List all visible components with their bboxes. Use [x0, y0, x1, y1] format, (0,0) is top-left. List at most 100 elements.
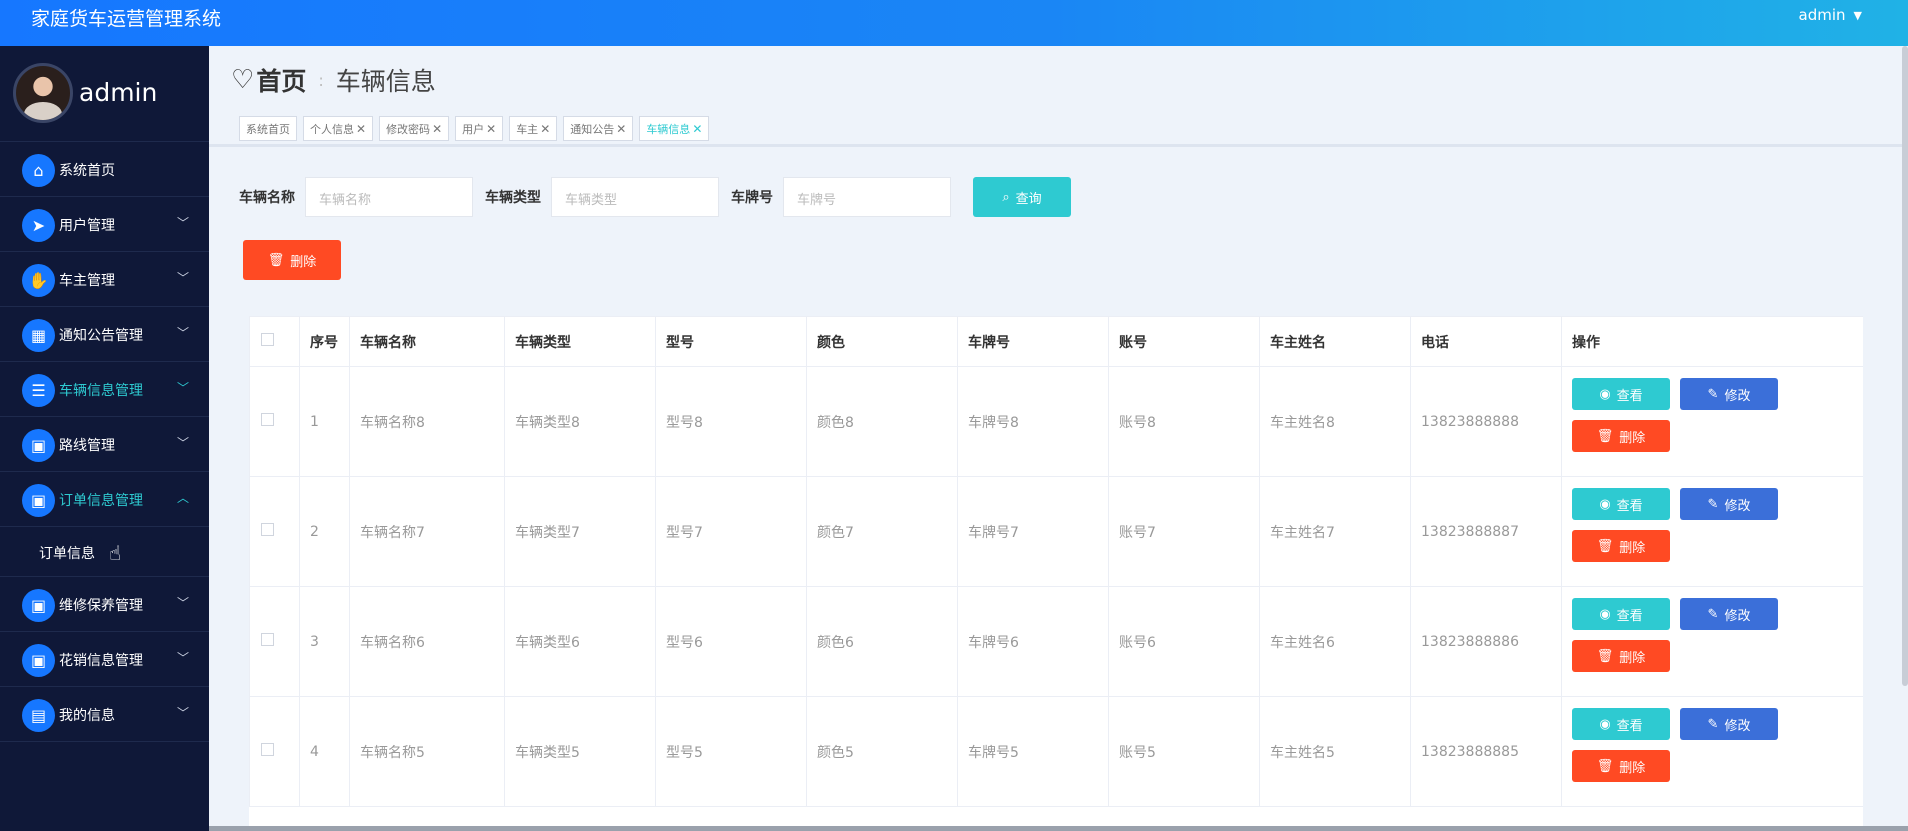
tag-label: 修改密码: [386, 122, 431, 136]
column-header: 操作: [1561, 316, 1863, 367]
edit-button[interactable]: ✎ 修改: [1680, 488, 1778, 520]
delete-button-label: 删除: [1619, 540, 1646, 556]
plate-input[interactable]: 车牌号: [783, 177, 951, 217]
table-cell: 车牌号5: [957, 696, 1109, 807]
table-cell: 1: [299, 366, 350, 477]
horizontal-scrollbar[interactable]: [209, 826, 1908, 831]
vehicle-type-label: 车辆类型: [485, 190, 541, 206]
edit-button-label: 修改: [1724, 388, 1751, 404]
tag-item[interactable]: 用户 ✕: [455, 116, 504, 141]
vehicle-name-label: 车辆名称: [239, 190, 295, 206]
sidebar-item[interactable]: ▤ 我的信息 ﹀: [0, 687, 209, 742]
delete-button[interactable]: 🗑 删除: [1572, 420, 1670, 452]
plate-label: 车牌号: [731, 190, 773, 206]
user-menu[interactable]: admin ▼: [1799, 6, 1862, 24]
edit-button-label: 修改: [1724, 498, 1751, 514]
query-button[interactable]: ⌕ 查询: [973, 177, 1071, 217]
hand-cursor-icon: ☝: [109, 541, 122, 565]
tag-item[interactable]: 系统首页: [239, 116, 297, 141]
edit-button-label: 修改: [1724, 718, 1751, 734]
row-checkbox[interactable]: [261, 413, 274, 426]
close-icon[interactable]: ✕: [356, 122, 366, 136]
edit-button[interactable]: ✎ 修改: [1680, 708, 1778, 740]
close-icon[interactable]: ✕: [486, 122, 496, 136]
search-form: 车辆名称 车辆名称 车辆类型 车辆类型 车牌号 车牌号 ⌕ 查询: [239, 177, 1071, 217]
vehicle-name-input[interactable]: 车辆名称: [305, 177, 473, 217]
row-checkbox[interactable]: [261, 633, 274, 646]
tag-item[interactable]: 修改密码 ✕: [379, 116, 450, 141]
sidebar-menu: ⌂ 系统首页 ➤ 用户管理 ﹀ ✋ 车主管理 ﹀ ▦ 通知公告管理 ﹀ ☰ 车辆信息管理 ﹀ ▣ 路线管理 ﹀ ▣…: [0, 142, 209, 742]
close-icon[interactable]: ✕: [540, 122, 550, 136]
sidebar-item[interactable]: ▣ 维修保养管理 ﹀: [0, 577, 209, 632]
trash-icon: 🗑: [1596, 648, 1614, 664]
sidebar-item[interactable]: ⌂ 系统首页: [0, 142, 209, 197]
wallet-icon: ▤: [22, 699, 55, 732]
sidebar-item[interactable]: ▣ 订单信息管理 ︿: [0, 472, 209, 527]
view-button[interactable]: ◉ 查看: [1572, 378, 1670, 410]
sidebar-item[interactable]: ➤ 用户管理 ﹀: [0, 197, 209, 252]
table-cell: 车辆类型5: [504, 696, 656, 807]
sliders-icon: ☰: [22, 374, 55, 407]
tag-label: 个人信息: [310, 122, 354, 136]
tag-item[interactable]: 车辆信息 ✕: [639, 116, 710, 141]
edit-button[interactable]: ✎ 修改: [1680, 598, 1778, 630]
close-icon[interactable]: ✕: [616, 122, 626, 136]
row-checkbox[interactable]: [261, 743, 274, 756]
table-cell: 账号6: [1108, 586, 1260, 697]
table-cell: 账号8: [1108, 366, 1260, 477]
edit-icon: ✎: [1707, 496, 1719, 512]
edit-button[interactable]: ✎ 修改: [1680, 378, 1778, 410]
main-content: ♡ 首页 : 车辆信息 系统首页 个人信息 ✕ 修改密码 ✕ 用户 ✕ 车主 ✕ 通知公告 ✕ 车辆信…: [209, 46, 1908, 831]
table-row: 4 车辆名称5 车辆类型5 型号5 颜色5 车牌号5 账号5 车主姓名5 13823888885…: [249, 696, 1863, 807]
view-button[interactable]: ◉ 查看: [1572, 598, 1670, 630]
profile-name: admin: [79, 78, 158, 107]
chevron-down-icon: ﹀: [176, 436, 189, 450]
delete-button[interactable]: 🗑 删除: [1572, 640, 1670, 672]
batch-delete-button[interactable]: 🗑 删除: [243, 240, 341, 280]
delete-button[interactable]: 🗑 删除: [1572, 530, 1670, 562]
chevron-down-icon: ﹀: [176, 271, 189, 285]
table-cell: 账号7: [1108, 476, 1260, 587]
delete-button-label: 删除: [1619, 760, 1646, 776]
sidebar-item[interactable]: ▣ 花销信息管理 ﹀: [0, 632, 209, 687]
sidebar-item[interactable]: ▦ 通知公告管理 ﹀: [0, 307, 209, 362]
view-button[interactable]: ◉ 查看: [1572, 488, 1670, 520]
apps-icon: ▣: [22, 589, 55, 622]
tag-label: 系统首页: [246, 122, 290, 136]
vertical-scrollbar[interactable]: [1902, 46, 1908, 686]
chevron-down-icon: ﹀: [176, 216, 189, 230]
chevron-up-icon: ︿: [176, 491, 189, 505]
table-cell: 账号5: [1108, 696, 1260, 807]
delete-button[interactable]: 🗑 删除: [1572, 750, 1670, 782]
vehicle-type-input[interactable]: 车辆类型: [551, 177, 719, 217]
table-cell: 车辆类型7: [504, 476, 656, 587]
top-bar: 家庭货车运营管理系统 admin ▼: [0, 0, 1908, 46]
sidebar-item-label: 系统首页: [59, 163, 115, 179]
sidebar-item[interactable]: ☰ 车辆信息管理 ﹀: [0, 362, 209, 417]
trash-icon: 🗑: [1596, 538, 1614, 554]
breadcrumb-home[interactable]: 首页: [256, 62, 306, 98]
tag-item[interactable]: 通知公告 ✕: [563, 116, 634, 141]
chevron-down-icon: ﹀: [176, 381, 189, 395]
home-icon: ⌂: [22, 154, 55, 187]
table-cell: 车牌号7: [957, 476, 1109, 587]
table-cell: 型号5: [655, 696, 807, 807]
select-all-checkbox[interactable]: [261, 333, 274, 346]
column-header: 车辆类型: [504, 316, 656, 367]
tag-item[interactable]: 个人信息 ✕: [303, 116, 374, 141]
sidebar-item[interactable]: ▣ 路线管理 ﹀: [0, 417, 209, 472]
table-cell: 车主姓名8: [1259, 366, 1411, 477]
tag-item[interactable]: 车主 ✕: [509, 116, 558, 141]
sidebar-subitem[interactable]: 订单信息: [0, 527, 209, 577]
eye-icon: ◉: [1599, 606, 1611, 622]
close-icon[interactable]: ✕: [692, 122, 702, 136]
table-cell: 13823888887: [1410, 476, 1562, 587]
close-icon[interactable]: ✕: [432, 122, 442, 136]
column-header: 型号: [655, 316, 807, 367]
row-checkbox[interactable]: [261, 523, 274, 536]
avatar: [13, 63, 73, 123]
view-button[interactable]: ◉ 查看: [1572, 708, 1670, 740]
sidebar-item-label: 通知公告管理: [59, 328, 143, 344]
user-menu-label: admin: [1798, 6, 1846, 24]
sidebar-item[interactable]: ✋ 车主管理 ﹀: [0, 252, 209, 307]
